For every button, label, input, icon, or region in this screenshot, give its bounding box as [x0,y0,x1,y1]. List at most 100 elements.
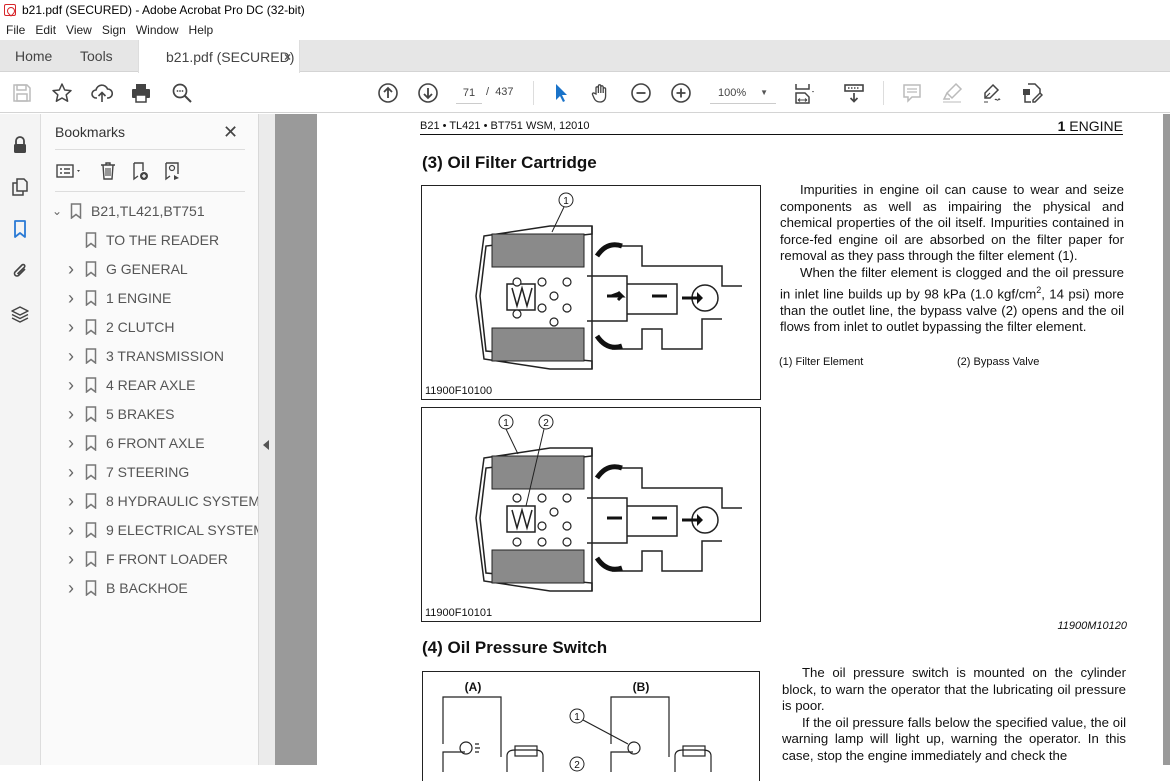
bookmark-item[interactable]: › 5 BRAKES [41,401,258,427]
chevron-right-icon[interactable]: › [65,346,77,366]
document-reference: 11900M10120 [1057,620,1127,632]
bookmark-icon [85,319,97,335]
chevron-right-icon[interactable]: › [65,259,77,279]
oil-filter-diagram: 1 [475,192,742,370]
pdf-page: B21 • TL421 • BT751 WSM, 12010 1 ENGINE … [317,114,1163,781]
label-b: (B) [633,680,650,694]
menu-window[interactable]: Window [136,23,179,37]
chevron-right-icon[interactable]: › [65,288,77,308]
bookmark-icon [85,232,97,248]
bookmark-item[interactable]: › 3 TRANSMISSION [41,343,258,369]
panel-collapse-handle[interactable] [258,114,275,765]
chevron-right-icon[interactable]: › [65,317,77,337]
legend-filter-element: (1) Filter Element [779,356,864,368]
layers-icon[interactable] [9,303,31,325]
cloud-upload-icon[interactable] [90,81,114,105]
page-number-input[interactable]: 71 [456,84,482,104]
bookmark-star-icon[interactable] [50,81,74,105]
new-bookmark-icon[interactable] [129,160,151,182]
pages-icon[interactable] [9,176,31,198]
paragraph: When the filter element is clogged and t… [780,264,1124,335]
figure-id: 11900F10100 [425,385,493,397]
chevron-right-icon[interactable]: › [65,549,77,569]
bookmark-item[interactable]: › 7 STEERING [41,459,258,485]
close-tab-icon[interactable]: × [284,50,291,64]
chevron-right-icon[interactable]: › [65,404,77,424]
title-bar: b21.pdf (SECURED) - Adobe Acrobat Pro DC… [0,0,1170,20]
tab-home[interactable]: Home [15,40,52,72]
chevron-right-icon[interactable]: › [65,433,77,453]
bookmark-item[interactable]: › F FRONT LOADER [41,546,258,572]
page-count: / 437 [486,86,514,98]
highlight-icon[interactable] [940,81,964,105]
bookmark-item[interactable]: TO THE READER [41,227,258,253]
figure-id: 11900F10101 [425,607,493,619]
bookmark-label: 2 CLUTCH [106,319,175,335]
bookmark-item[interactable]: › G GENERAL [41,256,258,282]
bookmark-icon [85,377,97,393]
chevron-down-icon[interactable]: ⌄ [51,204,63,218]
tab-tools[interactable]: Tools [80,40,113,72]
menu-bar: File Edit View Sign Window Help [0,20,1170,40]
bookmarks-panel: Bookmarks ✕ ⌄ B21,TL421,BT751 TO THE REA… [41,114,265,765]
chevron-right-icon[interactable]: › [65,520,77,540]
header-rule [420,134,1123,135]
document-viewer[interactable]: B21 • TL421 • BT751 WSM, 12010 1 ENGINE … [275,114,1170,781]
menu-file[interactable]: File [6,23,25,37]
close-panel-icon[interactable]: ✕ [223,122,238,143]
options-menu-icon[interactable] [53,160,87,182]
bookmark-item[interactable]: › 4 REAR AXLE [41,372,258,398]
bookmark-item[interactable]: › 9 ELECTRICAL SYSTEM [41,517,265,543]
find-bookmark-icon[interactable] [161,160,183,182]
save-icon[interactable] [10,81,34,105]
lock-icon[interactable] [9,134,31,156]
bookmark-item[interactable]: › B BACKHOE [41,575,258,601]
bookmark-icon [85,348,97,364]
tab-document[interactable]: b21.pdf (SECURED) × [138,40,300,73]
callout-1: 1 [574,712,580,723]
zoom-in-icon[interactable] [669,81,693,105]
sign-icon[interactable] [980,81,1004,105]
paragraph: Impurities in engine oil can cause to we… [780,182,1124,264]
fit-page-icon[interactable] [792,81,816,105]
paragraph: If the oil pressure falls below the spec… [782,714,1126,763]
zoom-level-value: 100% [718,87,747,99]
callout-1: 1 [503,418,509,429]
bookmark-icon [85,435,97,451]
bookmark-item[interactable]: › 8 HYDRAULIC SYSTEM [41,488,260,514]
bookmarks-icon[interactable] [9,218,31,240]
bookmark-root[interactable]: ⌄ B21,TL421,BT751 [41,198,258,224]
chevron-right-icon[interactable]: › [65,491,77,511]
acrobat-app-icon [4,4,16,16]
zoom-out-icon[interactable] [629,81,653,105]
chevron-right-icon[interactable]: › [65,578,77,598]
print-icon[interactable] [129,81,153,105]
menu-edit[interactable]: Edit [35,23,56,37]
edit-pdf-icon[interactable] [1020,81,1044,105]
bookmark-icon [70,203,82,219]
select-arrow-icon[interactable] [549,81,573,105]
page-up-icon[interactable] [376,81,400,105]
figure-oil-filter-normal: 1 11900F10100 [421,185,761,400]
menu-help[interactable]: Help [189,23,214,37]
bookmark-item[interactable]: › 2 CLUTCH [41,314,258,340]
oil-filter-bypass-diagram: 1 2 [475,414,742,592]
bookmark-label: 7 STEERING [106,464,190,480]
page-down-icon[interactable] [416,81,440,105]
menu-view[interactable]: View [66,23,92,37]
chevron-right-icon[interactable]: › [65,375,77,395]
menu-sign[interactable]: Sign [102,23,126,37]
delete-bookmark-icon[interactable] [97,160,119,182]
scroll-mode-icon[interactable] [842,81,866,105]
search-icon[interactable] [170,81,194,105]
collapse-arrow-icon[interactable] [263,440,269,450]
zoom-level-select[interactable]: 100% ▼ [710,84,776,104]
chevron-right-icon[interactable]: › [65,462,77,482]
attachments-icon[interactable] [9,260,31,282]
bookmark-label: 1 ENGINE [106,290,172,306]
hand-icon[interactable] [589,81,613,105]
toolbar-divider [533,81,534,105]
bookmark-item[interactable]: › 1 ENGINE [41,285,258,311]
bookmark-item[interactable]: › 6 FRONT AXLE [41,430,258,456]
comment-icon[interactable] [900,81,924,105]
